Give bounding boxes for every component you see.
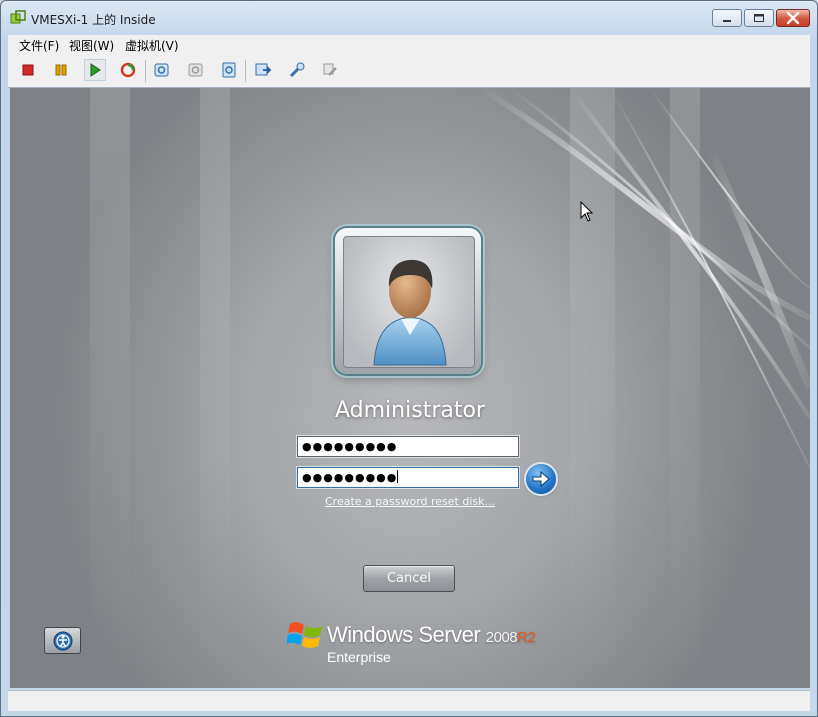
close-button[interactable] — [776, 9, 810, 27]
console-settings-icon — [255, 63, 272, 76]
username-label: Administrator — [335, 398, 485, 423]
background-light-streaks — [90, 88, 810, 688]
vsphere-client-icon — [10, 10, 26, 24]
console-settings-button[interactable] — [252, 59, 274, 81]
confirm-password-value: ●●●●●●●●● — [302, 471, 398, 484]
password-value: ●●●●●●●●● — [302, 440, 398, 453]
vm-tools-button[interactable] — [319, 59, 341, 81]
title-bar[interactable]: VMESXi-1 上的 Inside — [1, 1, 817, 35]
edit-settings-button[interactable] — [286, 59, 308, 81]
menu-vm[interactable]: 虚拟机(V) — [125, 37, 179, 54]
suspend-button[interactable] — [50, 59, 72, 81]
brand-release: R2 — [517, 629, 536, 646]
windows-logo-icon — [287, 622, 322, 648]
windows-server-branding: Windows Server 2008R2 Enterprise — [287, 616, 547, 666]
snapshot-manager-icon — [222, 62, 236, 78]
arrow-right-icon — [532, 471, 550, 487]
user-avatar-icon — [373, 259, 447, 366]
minimize-button[interactable] — [712, 9, 742, 27]
reset-button[interactable] — [117, 59, 139, 81]
ease-of-access-icon — [53, 631, 72, 650]
snapshot-take-icon — [154, 63, 169, 77]
pause-icon — [55, 64, 67, 76]
take-snapshot-button[interactable] — [151, 59, 173, 81]
toolbar — [8, 54, 810, 88]
menu-file[interactable]: 文件(F) — [19, 37, 59, 54]
snapshot-revert-icon — [188, 63, 203, 77]
mouse-cursor-icon — [580, 201, 594, 222]
brand-year: 2008 — [485, 629, 518, 646]
minimize-icon — [723, 20, 731, 22]
status-bar — [8, 690, 810, 711]
window-title: VMESXi-1 上的 Inside — [31, 13, 156, 27]
ease-of-access-button[interactable] — [44, 627, 81, 654]
password-field[interactable]: ●●●●●●●●● — [297, 436, 519, 457]
menu-bar: 文件(F) 视图(W) 虚拟机(V) — [8, 35, 810, 54]
maximize-icon — [754, 14, 764, 22]
power-off-button[interactable] — [17, 59, 39, 81]
snapshot-manager-button[interactable] — [218, 59, 240, 81]
confirm-password-field[interactable]: ●●●●●●●●● — [297, 467, 519, 488]
brand-product-name: Windows Server — [327, 622, 481, 647]
edit-settings-icon — [289, 62, 305, 78]
vm-console-window: VMESXi-1 上的 Inside 文件(F) 视图(W) 虚拟机(V) Ad… — [0, 0, 818, 717]
play-icon — [90, 63, 101, 77]
brand-edition: Enterprise — [327, 649, 391, 665]
submit-button[interactable] — [526, 464, 556, 494]
vm-console-screen[interactable]: Administrator ●●●●●●●●● ●●●●●●●●● Create… — [10, 88, 810, 688]
text-caret — [397, 470, 399, 483]
cancel-button[interactable]: Cancel — [363, 565, 455, 592]
menu-view[interactable]: 视图(W) — [69, 37, 114, 54]
password-reset-link[interactable]: Create a password reset disk... — [260, 495, 560, 508]
revert-snapshot-button[interactable] — [185, 59, 207, 81]
maximize-button[interactable] — [744, 9, 774, 27]
power-on-button[interactable] — [84, 59, 106, 81]
user-avatar — [343, 236, 475, 368]
close-icon — [786, 11, 800, 25]
vm-tools-icon — [323, 63, 337, 76]
user-tile[interactable] — [335, 228, 481, 374]
reset-icon — [120, 62, 136, 78]
stop-icon — [22, 64, 34, 76]
